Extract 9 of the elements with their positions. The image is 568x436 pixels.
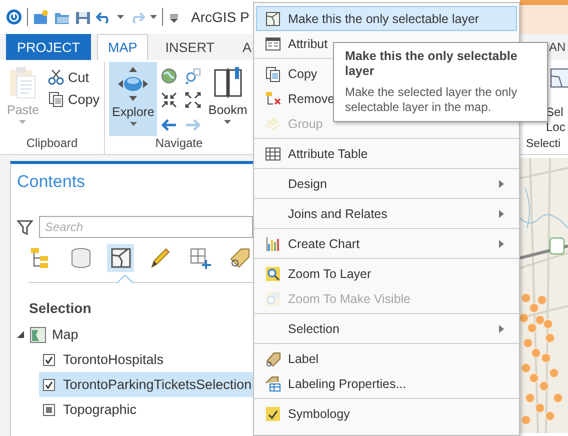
- group-label: Navigate: [154, 136, 204, 152]
- group-label: Clipboard: [25, 136, 79, 152]
- pane-title: Contents: [16, 171, 86, 193]
- tooltip-description: Make the selected layer the only selectable layer in the map.: [345, 85, 518, 115]
- tooltip-title: Make this the only selectable layer: [345, 49, 518, 79]
- group-label: Selecti: [526, 138, 562, 152]
- app-title: ArcGIS P: [191, 9, 250, 25]
- tree-label: Map: [52, 327, 78, 342]
- section-heading: Selection: [28, 299, 92, 318]
